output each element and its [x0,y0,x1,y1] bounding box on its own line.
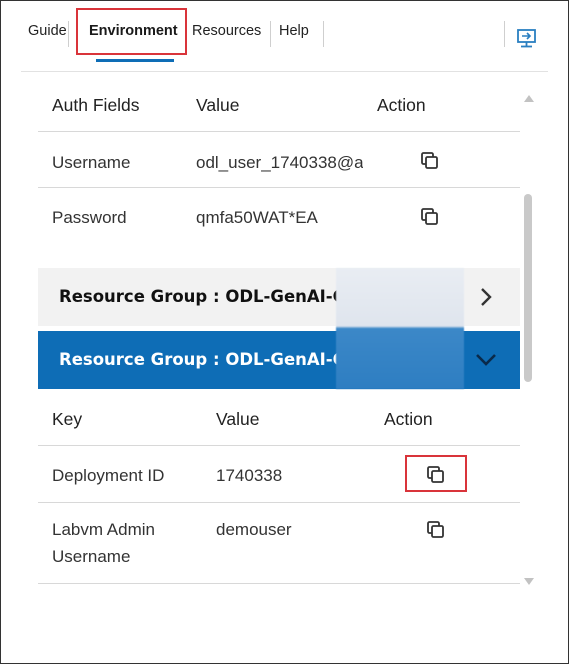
tab-separator [68,21,69,47]
redacted-blur [336,268,464,389]
username-label: Username [52,153,131,172]
auth-value-header: Value [196,95,240,115]
active-tab-indicator [96,59,174,62]
chevron-down-icon[interactable] [474,351,498,369]
resource-group-title: Resource Group : ODL-GenAI-CI [59,350,351,369]
tab-separator [323,21,324,47]
password-value: qmfa50WAT*EA [196,208,318,227]
environment-panel: Guide Environment Resources Help Auth Fi… [0,0,569,664]
password-label: Password [52,208,127,227]
scroll-down-arrow[interactable] [524,578,534,585]
username-value: odl_user_1740338@a [196,153,363,172]
auth-table-header: Auth Fields Value Action [38,73,520,132]
copy-icon[interactable] [419,150,439,170]
table-row: Password qmfa50WAT*EA [38,188,520,243]
auth-fields-header: Auth Fields [52,95,140,115]
labvm-admin-label-line2: Username [52,547,131,566]
resource-group-title: Resource Group : ODL-GenAI-CI [59,287,351,306]
tab-separator [504,21,505,47]
scroll-up-arrow[interactable] [524,95,534,102]
tab-divider [21,71,548,72]
table-row: Username odl_user_1740338@a [38,132,520,188]
resource-action-header: Action [384,409,433,429]
chevron-right-icon[interactable] [477,286,495,308]
tab-separator [270,21,271,47]
monitor-split-icon[interactable] [515,27,539,49]
tab-resources[interactable]: Resources [192,23,261,39]
tab-guide[interactable]: Guide [28,23,67,39]
tab-bar: Guide Environment Resources Help [1,1,568,71]
auth-action-header: Action [377,95,426,115]
deployment-id-value: 1740338 [216,466,283,485]
labvm-admin-label-line1: Labvm Admin [52,520,155,539]
labvm-admin-value: demouser [216,520,292,539]
copy-button-highlight [405,455,467,492]
scrollbar-thumb[interactable] [524,194,532,382]
copy-icon[interactable] [419,206,439,226]
resource-table-header: Key Value Action [38,390,520,446]
key-header: Key [52,409,83,429]
resource-value-header: Value [216,409,260,429]
scrollbar[interactable] [522,91,534,589]
environment-tab-highlight [76,8,187,55]
tab-help[interactable]: Help [279,23,309,39]
copy-icon[interactable] [425,519,445,539]
environment-content: Auth Fields Value Action Username odl_us… [38,73,520,593]
deployment-id-label: Deployment ID [52,466,165,485]
table-row: Labvm Admin Username demouser [38,503,520,584]
